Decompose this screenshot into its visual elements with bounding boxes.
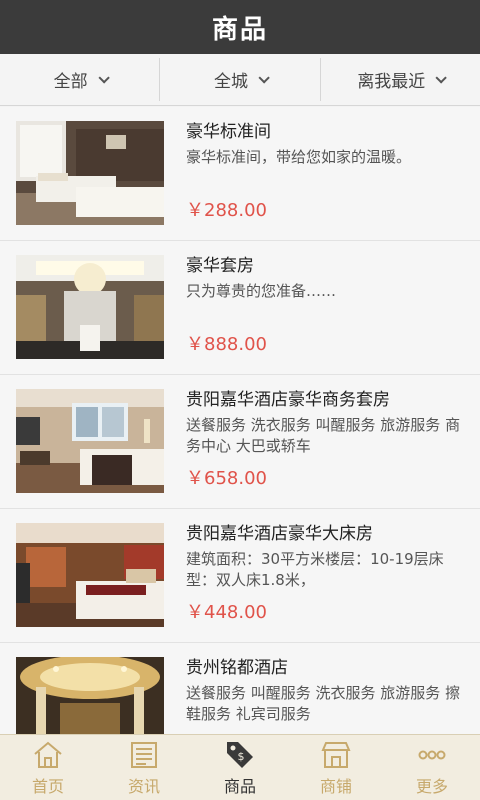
filter-sort-label: 离我最近: [357, 72, 426, 92]
tab-store[interactable]: 商铺: [288, 735, 384, 800]
filter-sort-dropdown[interactable]: 离我最近: [321, 58, 480, 101]
product-description: 只为尊贵的您准备……: [186, 282, 337, 300]
product-price: ￥448.00: [186, 602, 267, 623]
product-item[interactable]: 贵州铭都酒店 送餐服务 叫醒服务 洗衣服务 旅游服务 擦鞋服务 礼宾司服务: [0, 643, 480, 734]
product-info: 贵阳嘉华酒店豪华商务套房 送餐服务 洗衣服务 叫醒服务 旅游服务 商务中心 大巴…: [186, 387, 466, 457]
product-name: 豪华套房: [186, 256, 254, 276]
product-info: 贵州铭都酒店 送餐服务 叫醒服务 洗衣服务 旅游服务 擦鞋服务 礼宾司服务: [186, 655, 466, 725]
filter-area-label: 全城: [213, 72, 248, 92]
product-price: ￥658.00: [186, 468, 267, 489]
product-photo: [16, 121, 164, 225]
bottom-tab-bar: 首页 资讯 $ 商品 商铺 更多: [0, 734, 480, 800]
store-icon: [320, 739, 352, 771]
svg-text:$: $: [238, 750, 245, 763]
filter-category-label: 全部: [53, 72, 88, 92]
product-info: 豪华套房 只为尊贵的您准备……: [186, 253, 466, 302]
product-item[interactable]: 豪华套房 只为尊贵的您准备…… ￥888.00: [0, 241, 480, 375]
filter-area-dropdown[interactable]: 全城: [160, 58, 321, 101]
news-icon: [128, 739, 160, 771]
page-title: 商品: [211, 14, 268, 45]
home-icon: [32, 739, 64, 771]
tab-products-label: 商品: [223, 776, 256, 796]
product-item[interactable]: 豪华标准间 豪华标准间，带给您如家的温暖。 ￥288.00: [0, 107, 480, 241]
chevron-down-icon: [98, 71, 110, 84]
tag-icon: $: [224, 739, 256, 771]
product-name: 贵州铭都酒店: [186, 658, 288, 678]
product-name: 贵阳嘉华酒店豪华商务套房: [186, 390, 390, 410]
product-item[interactable]: 贵阳嘉华酒店豪华商务套房 送餐服务 洗衣服务 叫醒服务 旅游服务 商务中心 大巴…: [0, 375, 480, 509]
product-list: 豪华标准间 豪华标准间，带给您如家的温暖。 ￥288.00 豪华套房 只为尊贵的…: [0, 107, 480, 734]
chevron-down-icon: [258, 71, 270, 84]
chevron-down-icon: [435, 71, 448, 84]
title-bar: 商品: [0, 0, 480, 54]
tab-home[interactable]: 首页: [0, 735, 96, 800]
product-price: ￥888.00: [186, 334, 267, 355]
product-price: ￥288.00: [186, 200, 267, 221]
filter-bar: 全部 全城 离我最近: [0, 54, 480, 106]
product-name: 豪华标准间: [186, 122, 271, 142]
product-name: 贵阳嘉华酒店豪华大床房: [186, 524, 373, 544]
product-photo: [16, 255, 164, 359]
tab-store-label: 商铺: [319, 776, 352, 796]
tab-news-label: 资讯: [127, 776, 160, 796]
tab-products[interactable]: $ 商品: [192, 735, 288, 800]
tab-more-label: 更多: [415, 776, 448, 796]
filter-category-dropdown[interactable]: 全部: [0, 58, 161, 101]
product-photo: [16, 389, 164, 493]
more-icon: [416, 739, 448, 771]
product-description: 送餐服务 洗衣服务 叫醒服务 旅游服务 商务中心 大巴或轿车: [186, 416, 461, 455]
product-info: 豪华标准间 豪华标准间，带给您如家的温暖。: [186, 119, 466, 168]
tab-news[interactable]: 资讯: [96, 735, 192, 800]
tab-more[interactable]: 更多: [384, 735, 480, 800]
product-description: 豪华标准间，带给您如家的温暖。: [186, 148, 412, 166]
product-photo: [16, 523, 164, 627]
product-description: 送餐服务 叫醒服务 洗衣服务 旅游服务 擦鞋服务 礼宾司服务: [186, 684, 461, 723]
product-item[interactable]: 贵阳嘉华酒店豪华大床房 建筑面积：30平方米楼层：10-19层床型：双人床1.8…: [0, 509, 480, 643]
product-description: 建筑面积：30平方米楼层：10-19层床型：双人床1.8米，: [186, 550, 444, 589]
tab-home-label: 首页: [31, 776, 64, 796]
product-info: 贵阳嘉华酒店豪华大床房 建筑面积：30平方米楼层：10-19层床型：双人床1.8…: [186, 521, 466, 591]
product-photo: [16, 657, 164, 734]
